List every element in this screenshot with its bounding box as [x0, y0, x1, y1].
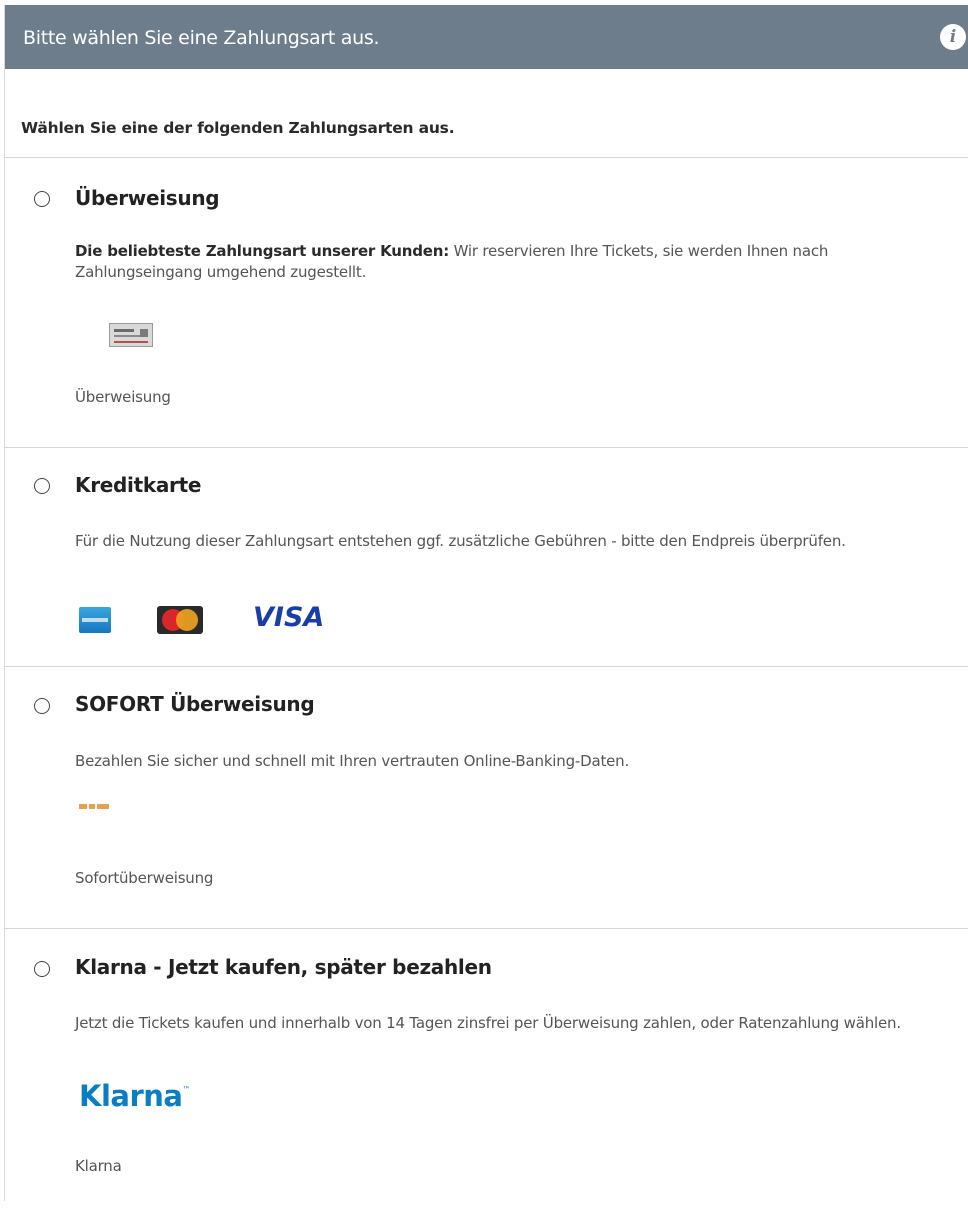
- klarna-logo-mark: ™: [182, 1085, 191, 1094]
- mastercard-icon: [157, 606, 203, 634]
- radio-ueberweisung[interactable]: [34, 191, 50, 207]
- klarna-logo: Klarna™: [79, 1079, 190, 1113]
- payment-option-sofort[interactable]: SOFORT Überweisung Bezahlen Sie sicher u…: [5, 667, 968, 929]
- radio-kreditkarte[interactable]: [34, 478, 50, 494]
- option-description: Bezahlen Sie sicher und schnell mit Ihre…: [75, 752, 630, 770]
- option-title[interactable]: Kreditkarte: [75, 473, 201, 497]
- option-caption: Überweisung: [75, 388, 171, 406]
- option-description: Jetzt die Tickets kaufen und innerhalb v…: [75, 1014, 901, 1032]
- option-title[interactable]: SOFORT Überweisung: [75, 692, 315, 716]
- payment-option-klarna[interactable]: Klarna - Jetzt kaufen, später bezahlen J…: [5, 929, 968, 1211]
- payment-option-kreditkarte[interactable]: Kreditkarte Für die Nutzung dieser Zahlu…: [5, 448, 968, 667]
- sofort-icon: [79, 804, 109, 810]
- intro-section: Wählen Sie eine der folgenden Zahlungsar…: [5, 69, 968, 158]
- payment-option-ueberweisung[interactable]: Überweisung Die beliebteste Zahlungsart …: [5, 158, 968, 448]
- amex-icon: [79, 607, 111, 633]
- panel-title: Bitte wählen Sie eine Zahlungsart aus.: [23, 27, 380, 49]
- panel-header: Bitte wählen Sie eine Zahlungsart aus. i: [5, 5, 968, 69]
- option-title[interactable]: Klarna - Jetzt kaufen, später bezahlen: [75, 955, 492, 979]
- info-icon[interactable]: i: [940, 24, 966, 50]
- option-caption: Sofortüberweisung: [75, 869, 214, 887]
- option-description-highlight: Die beliebteste Zahlungsart unserer Kund…: [75, 242, 450, 260]
- klarna-logo-text: Klarna: [79, 1079, 183, 1113]
- option-title[interactable]: Überweisung: [75, 186, 220, 210]
- radio-klarna[interactable]: [34, 961, 50, 977]
- bank-transfer-icon: [109, 323, 153, 347]
- payment-panel: Bitte wählen Sie eine Zahlungsart aus. i…: [4, 5, 968, 1201]
- radio-sofort[interactable]: [34, 698, 50, 714]
- option-description: Für die Nutzung dieser Zahlungsart entst…: [75, 532, 846, 550]
- intro-text: Wählen Sie eine der folgenden Zahlungsar…: [21, 119, 455, 137]
- option-description: Die beliebteste Zahlungsart unserer Kund…: [75, 241, 945, 283]
- option-caption: Klarna: [75, 1157, 122, 1175]
- visa-logo: VISA: [253, 602, 325, 633]
